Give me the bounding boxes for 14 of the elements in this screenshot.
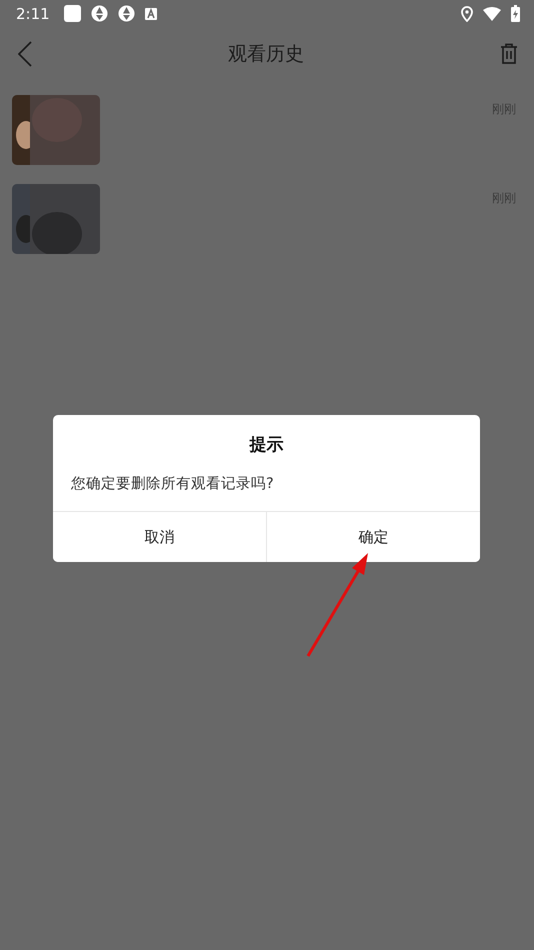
aperture-icon xyxy=(90,5,108,22)
wifi-icon xyxy=(483,6,501,20)
page-title: 观看历史 xyxy=(228,42,304,66)
status-time: 2:11 xyxy=(16,4,50,22)
trash-icon[interactable] xyxy=(500,43,518,64)
location-icon xyxy=(461,6,473,22)
keyboard-icon xyxy=(144,8,157,20)
battery-charging-icon xyxy=(511,5,520,22)
dialog-button[interactable]: 确定 xyxy=(266,512,480,562)
back-icon[interactable] xyxy=(18,40,32,66)
aperture-icon xyxy=(118,5,135,22)
dialog-message: 您确定要删除所有观看记录吗? xyxy=(70,474,275,494)
dialog-title: 提示 xyxy=(248,434,284,456)
app-notification-icon xyxy=(64,5,81,22)
